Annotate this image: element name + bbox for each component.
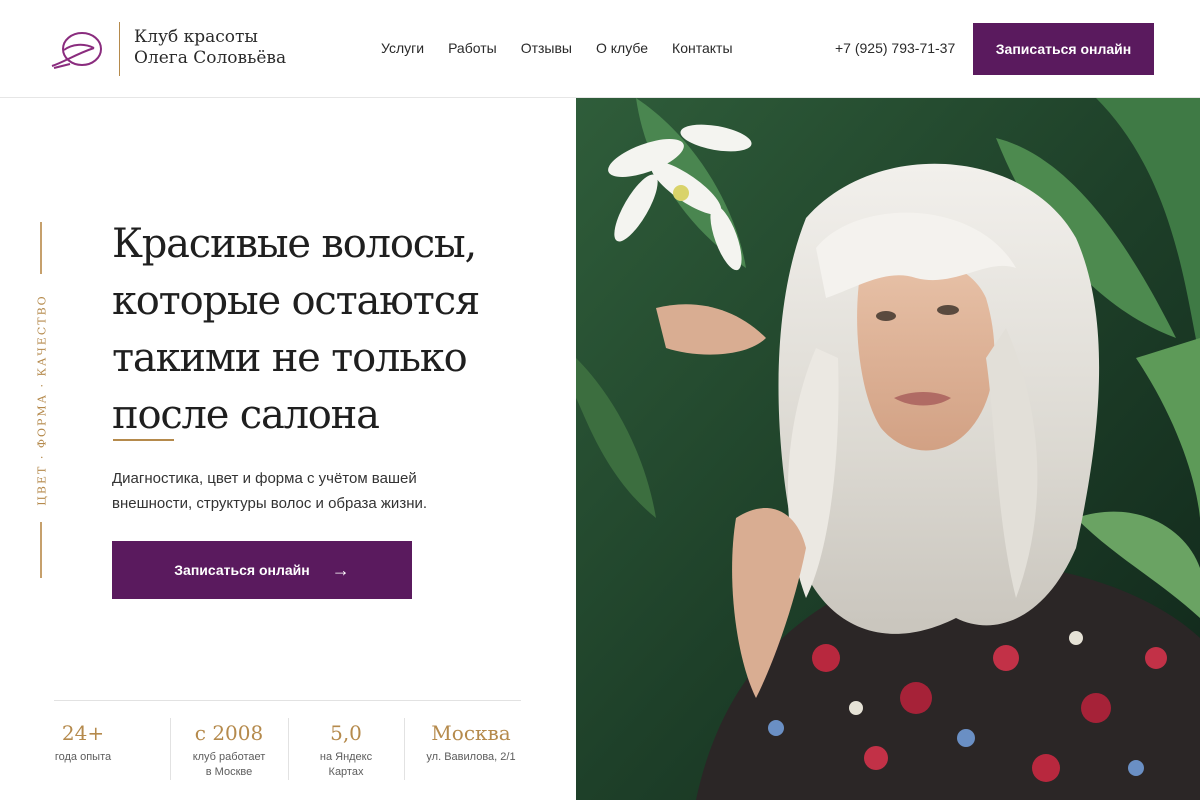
logo-text[interactable]: Клуб красоты Олега Соловьёва	[134, 27, 286, 69]
stat-caption: клуб работает в Москве	[172, 750, 286, 780]
hero-cta-label: Записаться онлайн	[174, 562, 310, 578]
headline-divider	[113, 439, 174, 441]
logo-icon[interactable]	[50, 28, 104, 72]
stat-caption-line: на Яндекс	[319, 751, 373, 763]
nav-item-about[interactable]: О клубе	[596, 38, 648, 58]
stat-value: 24+	[61, 721, 105, 745]
headline-line-2: которые остаются	[112, 278, 480, 324]
stat-value: 5,0	[330, 721, 362, 745]
hero-book-online-button[interactable]: Записаться онлайн →	[112, 541, 412, 599]
hero-lead-text: Диагностика, цвет и форма с учётом вашей…	[112, 470, 428, 512]
arrow-right-icon: →	[331, 559, 350, 580]
stat-caption-line: ул. Вавилова, 2/1	[426, 751, 516, 763]
logo-divider	[119, 22, 120, 76]
stat-experience: 24+ года опыта	[54, 718, 112, 765]
logo-line-2: Олега Соловьёва	[134, 48, 287, 68]
headline-line-3: такими не только	[112, 335, 468, 381]
hero-headline: Красивые волосы, которые остаются такими…	[112, 216, 552, 444]
side-line-bottom	[40, 522, 42, 578]
stat-caption-line: года опыта	[54, 751, 112, 763]
stat-value: Москва	[431, 721, 511, 745]
stat-caption: года опыта	[54, 750, 112, 765]
stat-rating[interactable]: 5,0 на Яндекс Картах	[290, 718, 402, 780]
stat-value: с 2008	[194, 721, 264, 745]
stat-separator	[288, 718, 289, 780]
stat-separator	[170, 718, 171, 780]
stats-divider	[54, 700, 521, 701]
stat-separator	[404, 718, 405, 780]
hero-photo-illustration	[576, 98, 1200, 800]
logo-line-1: Клуб красоты	[134, 27, 258, 47]
stat-caption-line: Картах	[328, 766, 364, 778]
side-line-top	[40, 222, 42, 274]
nav-item-works[interactable]: Работы	[448, 38, 497, 58]
nav-item-contacts[interactable]: Контакты	[672, 38, 732, 58]
hero-photo	[576, 98, 1200, 800]
headline-line-4: после салона	[112, 392, 380, 438]
stat-since: с 2008 клуб работает в Москве	[172, 718, 286, 780]
stat-location[interactable]: Москва ул. Вавилова, 2/1	[406, 718, 536, 765]
side-vertical-text: ЦВЕТ · ФОРМА · КАЧЕСТВО	[35, 294, 49, 506]
headline-line-1: Красивые волосы,	[112, 221, 477, 267]
nav-item-services[interactable]: Услуги	[381, 38, 424, 58]
site-header: Клуб красоты Олега Соловьёва Услуги Рабо…	[0, 0, 1200, 98]
phone-link[interactable]: +7 (925) 793-71-37	[835, 38, 955, 58]
header-book-online-button[interactable]: Записаться онлайн	[973, 23, 1154, 75]
stat-caption: ул. Вавилова, 2/1	[406, 750, 536, 765]
main-nav: Услуги Работы Отзывы О клубе Контакты	[381, 38, 733, 58]
stat-caption: на Яндекс Картах	[290, 750, 402, 780]
stat-caption-line: в Москве	[205, 766, 253, 778]
stat-caption-line: клуб работает	[192, 751, 266, 763]
nav-item-reviews[interactable]: Отзывы	[521, 38, 572, 58]
